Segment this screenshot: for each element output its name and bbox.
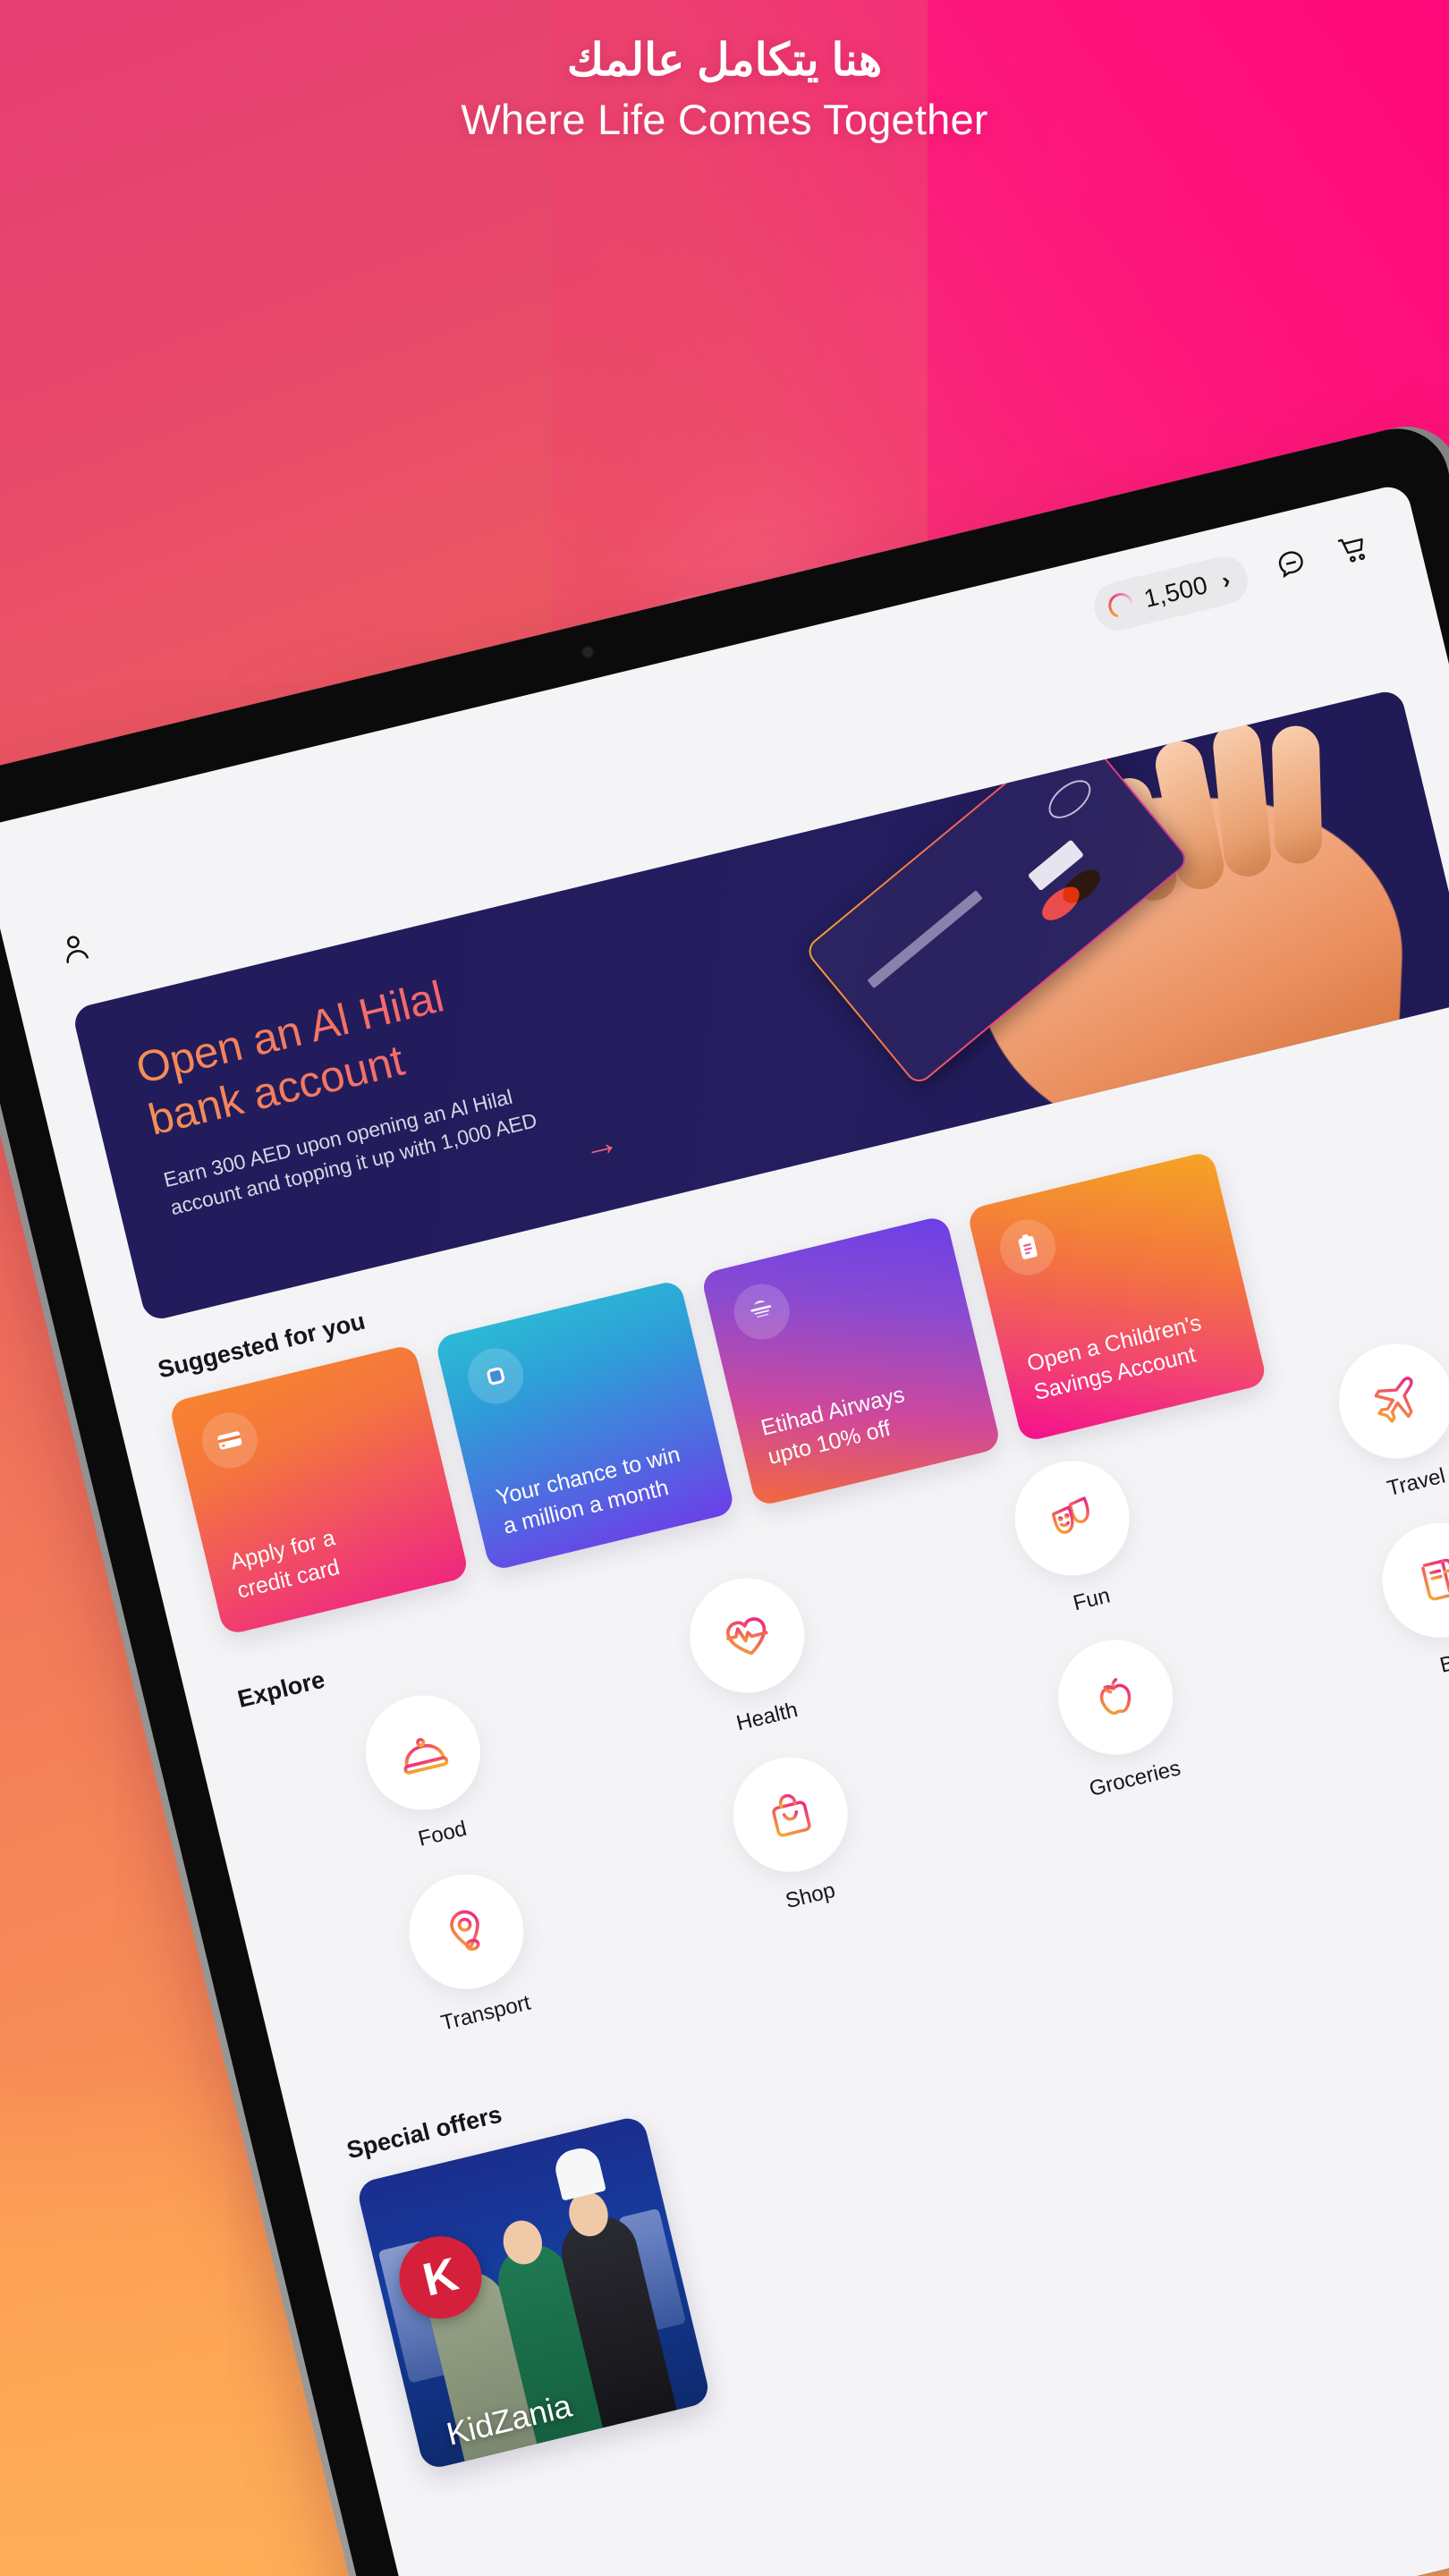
explore-item-label: Shop [783,1877,838,1914]
card-holder-strip [868,891,983,989]
explore-item-label: Fun [1071,1583,1113,1616]
shopping-cart-icon[interactable] [1331,527,1377,572]
user-profile-icon[interactable] [54,928,97,970]
suggested-card-etihad-airways[interactable]: Etihad Airways upto 10% off [699,1215,1002,1508]
loyalty-ring-icon [1106,589,1137,621]
etihad-airways-logo-icon [728,1278,796,1345]
explore-item-label: Bills [1437,1645,1449,1678]
suggested-card-childrens-savings[interactable]: Open a Children's Savings Account [966,1150,1268,1444]
food-cloche-icon [353,1683,492,1822]
chat-bubble-icon[interactable] [1268,542,1314,588]
tablet-camera [580,643,597,661]
headline-english: Where Life Comes Together [461,96,988,143]
card-brand-mark [1041,773,1098,826]
hand-finger [1271,725,1324,865]
explore-item-label: Transport [438,1990,533,2036]
chevron-right-icon: › [1218,565,1233,594]
location-pin-icon [396,1862,536,2001]
suggested-card-label: Etihad Airways upto 10% off [758,1382,908,1470]
explore-item-label: Health [733,1698,801,1736]
suggested-card-label: Your chance to win a million a month [494,1441,683,1539]
explore-item-label: Travel [1385,1463,1448,1502]
loyalty-points-value: 1,500 [1140,571,1211,614]
photo-chef-hat [551,2144,606,2201]
credit-card-icon [196,1407,264,1474]
special-offer-card-kidzania[interactable]: K KidZania [355,2114,712,2471]
clipboard-icon [994,1214,1062,1281]
explore-item-transport[interactable]: Transport [291,1837,651,2065]
suggested-card-label: Apply for a credit card [227,1525,343,1604]
headline-arabic: هنا يتكامل عالمك [566,35,883,85]
theater-masks-icon [1003,1449,1141,1588]
suggested-card-label: Open a Children's Savings Account [1024,1309,1204,1405]
suggested-card-credit-card[interactable]: Apply for a credit card [168,1343,470,1636]
rounded-square-icon [462,1343,530,1410]
explore-item-label: Food [415,1816,470,1852]
explore-item-label: Groceries [1087,1756,1183,1801]
loyalty-points-chip[interactable]: 1,500 › [1089,551,1253,636]
promo-headline: هنا يتكامل عالمك Where Life Comes Togeth… [0,32,1449,145]
suggested-card-win-a-million[interactable]: Your chance to win a million a month [434,1279,736,1572]
